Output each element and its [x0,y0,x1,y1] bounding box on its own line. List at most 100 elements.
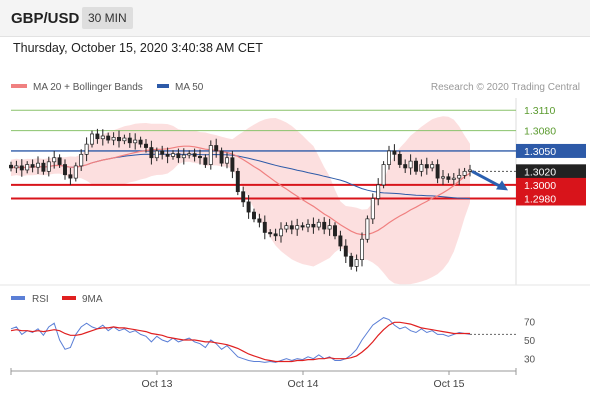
candle-body [111,137,116,141]
x-tick-label-oct-14: Oct 14 [288,378,319,390]
candle-body [457,175,462,179]
candle-body [343,245,348,257]
candle-body [192,153,197,157]
candle-body [252,211,256,220]
candle-body [376,184,381,199]
rsi-tick-50: 50 [524,336,536,347]
candle-body [127,137,132,144]
candle-body [435,164,440,179]
candle-body [95,133,100,140]
candle-body [117,137,121,142]
candle-body [322,221,327,230]
candle-body [430,164,435,169]
candle-body [171,153,175,157]
candle-body [30,164,35,168]
ma50-legend-label: MA 50 [175,82,204,93]
candle-body [268,232,273,235]
candle-body [84,143,89,155]
ma20-legend-swatch [11,84,27,88]
candle-body [19,165,24,171]
credit-text: Research © 2020 Trading Central [431,82,580,93]
candle-body [144,143,148,148]
level-labels: 1.3110 1.3080 1.3050 1.3020 1.30001.2980 [516,105,586,206]
current_price-label-1.3020: 1.3020 [524,166,556,178]
support-label-1.3000: 1.3000 [524,180,556,192]
candle-body [133,139,138,144]
candle-body [451,177,456,180]
candle-body [187,153,192,156]
candle-body [9,164,13,169]
candle-body [446,176,451,180]
candle-body [279,228,283,237]
candle-body [387,150,391,165]
candle-body [25,164,30,171]
candle-body [468,169,472,172]
candle-body [138,139,143,145]
candle-body [414,160,418,172]
candle-body [392,150,397,155]
candle-body [198,156,202,159]
candle-body [14,165,19,169]
candle-body [354,259,359,267]
target-label-1.3080: 1.3080 [524,126,556,138]
price-chart: MA 20 + Bollinger Bands MA 50 Research ©… [0,82,590,390]
candle-body [241,191,246,203]
candle-body [154,150,159,159]
rsi-ma-legend-label: 9MA [82,294,103,305]
candle-body [73,165,78,179]
candle-body [370,198,375,220]
candle-body [327,225,332,230]
x-tick-label-oct-13: Oct 13 [142,378,173,390]
rsi-tick-70: 70 [524,317,536,328]
candle-body [176,153,181,159]
bollinger-band-fill [11,116,470,285]
x-tick-label-oct-15: Oct 15 [434,378,465,390]
candle-body [360,238,364,260]
candle-body [289,225,294,230]
trend-arrow [471,169,508,191]
candle-body [273,233,278,237]
candle-body [214,145,219,152]
ma20-legend-label: MA 20 + Bollinger Bands [33,82,143,93]
candle-body [219,150,224,164]
candle-body [403,164,408,169]
candle-body [397,153,402,165]
candle-body [338,235,343,247]
candle-body [306,223,310,228]
rsi-legend-swatch [11,296,25,300]
candle-body [424,164,429,169]
candle-body [149,147,154,159]
candle-body [122,137,127,142]
candle-body [295,225,300,230]
candle-body [46,161,51,172]
candle-body [160,150,165,155]
rsi-line [10,317,471,363]
candle-body [246,201,251,213]
target-label-1.3110: 1.3110 [524,105,555,117]
candle-body [79,153,84,167]
candle-body [63,164,67,176]
rsi-tick-30: 30 [524,355,536,366]
candle-body [408,160,413,169]
candle-body [300,225,305,228]
candle-body [181,154,186,159]
candle-body [381,164,386,186]
candle-body [257,218,262,223]
ma50-legend-swatch [157,84,169,88]
candle-body [419,164,424,172]
candle-body [349,255,354,267]
rsi-ma-legend-swatch [62,296,76,300]
candle-body [203,157,208,165]
candle-body [100,135,105,140]
candle-body [230,157,235,172]
candle-body [208,145,213,165]
candle-body [262,221,267,233]
rsi-panel: 70 50 30 [10,317,536,366]
candle-body [52,157,57,163]
candle-body [316,221,321,228]
candle-body [333,225,337,237]
candle-body [68,174,73,179]
candle-body [106,135,111,141]
candle-body [57,157,62,165]
candle-body [225,157,229,164]
